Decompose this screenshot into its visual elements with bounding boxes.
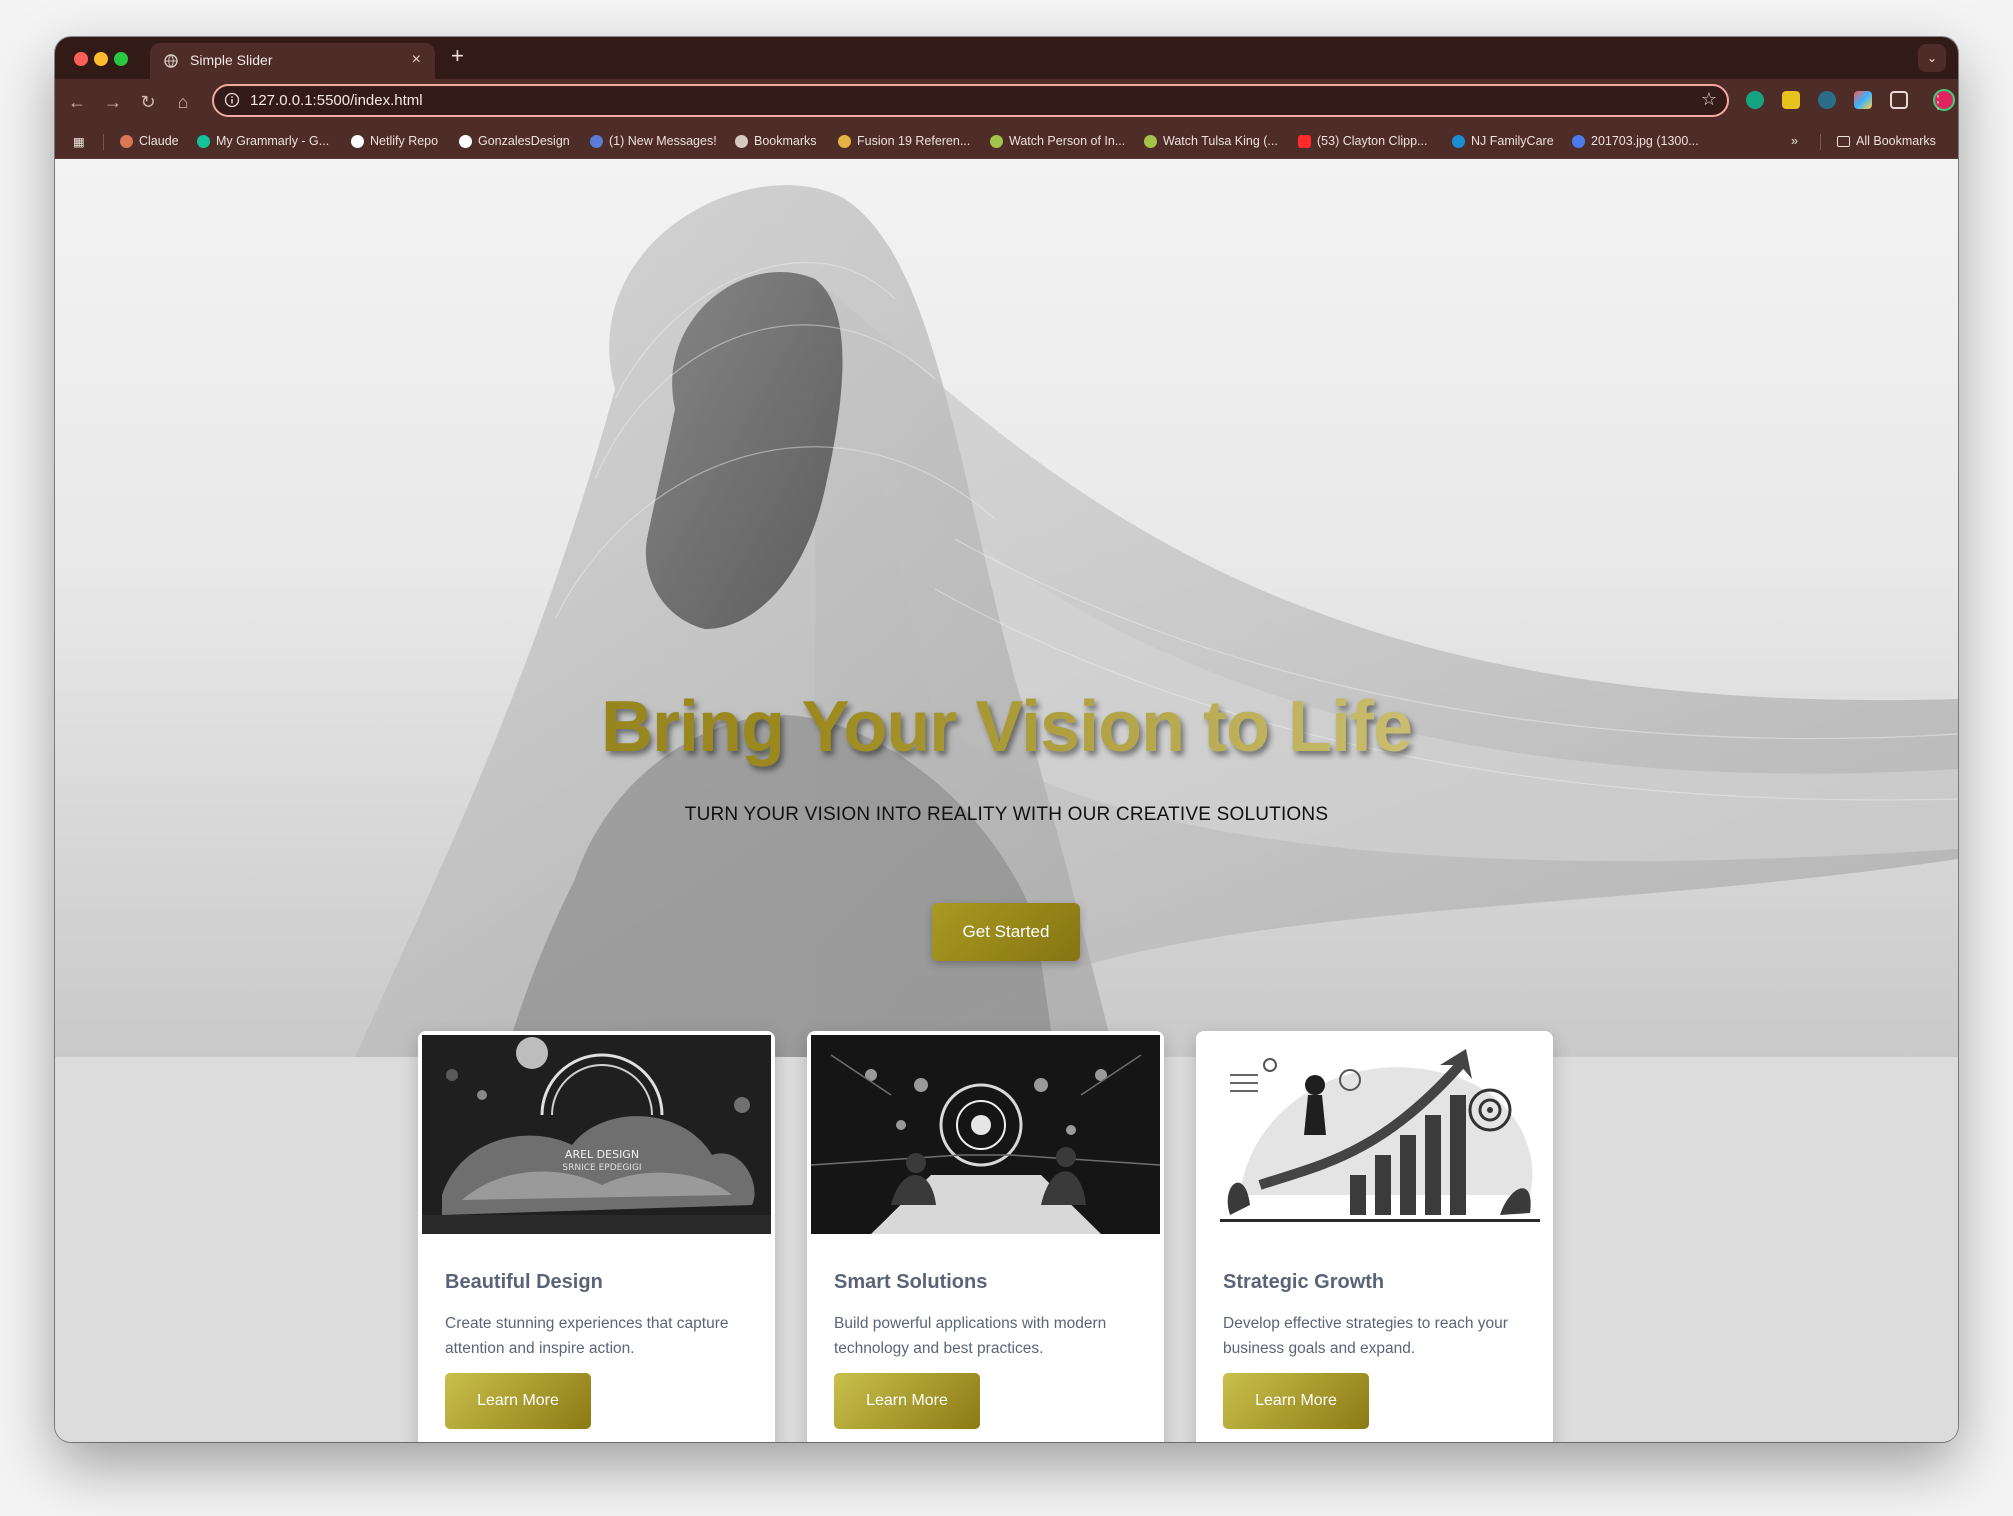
bookmark-item[interactable]: Watch Person of In...: [990, 133, 1125, 149]
minimize-window-button[interactable]: [94, 52, 108, 66]
react-devtools-icon[interactable]: [1818, 91, 1836, 109]
bookmark-item[interactable]: (1) New Messages!: [590, 133, 717, 149]
all-bookmarks-button[interactable]: All Bookmarks: [1837, 133, 1936, 149]
github-icon: [351, 134, 364, 148]
bookmark-item[interactable]: Netlify Repo: [351, 133, 438, 149]
reload-icon[interactable]: ↻: [134, 88, 162, 116]
growth-illustration-image: [1200, 1035, 1549, 1234]
bookmark-item[interactable]: Watch Tulsa King (...: [1144, 133, 1278, 149]
learn-more-button[interactable]: Learn More: [834, 1373, 980, 1429]
learn-more-button[interactable]: Learn More: [445, 1373, 591, 1429]
color-extension-icon[interactable]: [1854, 91, 1872, 109]
youtube-icon: [1298, 134, 1311, 148]
tab-bar: Simple Slider × + ⌄: [55, 37, 1958, 79]
grammarly-extension-icon[interactable]: [1746, 91, 1764, 109]
feature-card-smart-solutions: Smart Solutions Build powerful applicati…: [807, 1031, 1164, 1442]
tv-icon: [990, 134, 1003, 148]
tab-simple-slider[interactable]: Simple Slider ×: [150, 43, 435, 79]
bookmark-item[interactable]: Fusion 19 Referen...: [838, 133, 970, 149]
url-text: 127.0.0.1:5500/index.html: [250, 92, 423, 109]
forward-arrow-icon[interactable]: →: [99, 88, 127, 116]
site-info-icon[interactable]: [224, 92, 240, 108]
learn-more-button[interactable]: Learn More: [1223, 1373, 1369, 1429]
claude-icon: [120, 134, 133, 148]
toolbar: ← → ↻ ⌂ 127.0.0.1:5500/index.html ☆ ⋮: [55, 79, 1958, 124]
tab-close-icon[interactable]: ×: [412, 51, 421, 69]
card-description: Develop effective strategies to reach yo…: [1223, 1315, 1508, 1357]
tab-title: Simple Slider: [190, 52, 273, 68]
grammarly-icon: [197, 134, 210, 148]
bookmark-item[interactable]: GonzalesDesign: [459, 133, 570, 149]
globe-icon: [164, 54, 178, 68]
fusion-icon: [838, 134, 851, 148]
bookmarks-bar: ▦ Claude My Grammarly - G... Netlify Rep…: [55, 124, 1958, 159]
folder-icon: [1837, 135, 1850, 147]
tech-illustration-image: [811, 1035, 1160, 1234]
back-arrow-icon[interactable]: ←: [63, 88, 91, 116]
hero-slide: Bring Your Vision to Life TURN YOUR VISI…: [55, 159, 1958, 1057]
feature-card-beautiful-design: AREL DESIGN SRNICE EPDEGIGI Beautiful De…: [418, 1031, 775, 1442]
bookmark-item[interactable]: 201703.jpg (1300...: [1572, 133, 1699, 149]
maximize-window-button[interactable]: [114, 52, 128, 66]
page-content: Bring Your Vision to Life TURN YOUR VISI…: [55, 159, 1958, 1442]
cloud-icon: [1452, 134, 1465, 148]
bookmark-item[interactable]: NJ FamilyCare: [1452, 133, 1554, 149]
image-caption-line-1: AREL DESIGN: [565, 1148, 639, 1161]
star-icon: [735, 134, 748, 148]
github-icon: [459, 134, 472, 148]
bookmark-item[interactable]: Bookmarks: [735, 133, 817, 149]
tv-icon: [1144, 134, 1157, 148]
card-title: Beautiful Design: [445, 1271, 603, 1293]
address-bar[interactable]: 127.0.0.1:5500/index.html ☆: [212, 84, 1729, 117]
feature-card-strategic-growth: Strategic Growth Develop effective strat…: [1196, 1031, 1553, 1442]
image-icon: [1572, 134, 1585, 148]
browser-window: Simple Slider × + ⌄ ← → ↻ ⌂ 127.0.0.1:55…: [55, 37, 1958, 1442]
bookmarks-divider: [103, 134, 104, 150]
card-title: Smart Solutions: [834, 1271, 988, 1293]
tab-search-button[interactable]: ⌄: [1918, 44, 1946, 72]
hero-subtitle: TURN YOUR VISION INTO REALITY WITH OUR C…: [684, 804, 1329, 825]
kebab-menu-icon[interactable]: ⋮: [1924, 88, 1952, 116]
new-tab-button[interactable]: +: [451, 45, 464, 67]
get-started-button[interactable]: Get Started: [932, 903, 1080, 961]
card-description: Build powerful applications with modern …: [834, 1315, 1107, 1357]
extensions-puzzle-icon[interactable]: [1890, 91, 1908, 109]
bookmark-item[interactable]: My Grammarly - G...: [197, 133, 329, 149]
bookmark-item[interactable]: (53) Clayton Clipp...: [1298, 133, 1427, 149]
messages-icon: [590, 134, 603, 148]
image-caption-line-2: SRNICE EPDEGIGI: [562, 1163, 641, 1173]
home-icon[interactable]: ⌂: [169, 88, 197, 116]
card-description: Create stunning experiences that capture…: [445, 1315, 729, 1357]
bookmark-item[interactable]: Claude: [120, 133, 179, 149]
apps-grid-icon[interactable]: ▦: [73, 133, 85, 149]
bookmarks-divider: [1820, 134, 1821, 150]
hero-title: Bring Your Vision to Life: [55, 686, 1958, 768]
notes-extension-icon[interactable]: [1782, 91, 1800, 109]
card-title: Strategic Growth: [1223, 1271, 1385, 1293]
design-illustration-image: AREL DESIGN SRNICE EPDEGIGI: [422, 1035, 771, 1234]
bookmark-star-icon[interactable]: ☆: [1701, 89, 1717, 110]
bookmarks-overflow-button[interactable]: »: [1791, 133, 1798, 149]
close-window-button[interactable]: [74, 52, 88, 66]
